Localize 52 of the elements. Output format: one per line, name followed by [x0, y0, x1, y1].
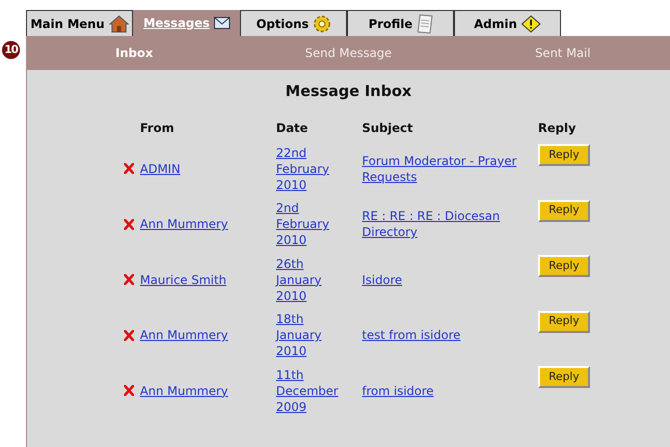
reply-button[interactable]: Reply	[538, 255, 590, 277]
subject-link[interactable]: from isidore	[362, 382, 538, 399]
column-header: From	[140, 120, 176, 137]
date-link[interactable]: 2009	[276, 398, 307, 415]
page-title: Message Inbox	[284, 81, 413, 100]
sender-link[interactable]: Ann Mummery	[140, 327, 228, 344]
delete-icon[interactable]	[124, 218, 134, 230]
date-link[interactable]: 26th	[276, 256, 304, 272]
reply-button[interactable]: Reply	[538, 144, 590, 166]
date-link[interactable]: January	[276, 272, 322, 288]
date-link[interactable]: December	[276, 382, 338, 399]
nav-tab[interactable]: Messages	[133, 10, 240, 36]
date-link[interactable]: February	[276, 160, 330, 177]
delete-icon[interactable]	[124, 163, 134, 174]
column-header: Subject	[362, 120, 414, 137]
callout-badge: 10	[2, 41, 20, 59]
reply-button[interactable]: Reply	[538, 200, 590, 222]
subject-link[interactable]: Forum Moderator - Prayer Requests	[362, 152, 538, 185]
delete-icon[interactable]	[124, 274, 134, 286]
date-link[interactable]: 11th	[276, 366, 304, 383]
date-link[interactable]: 2010	[276, 288, 307, 304]
sender-link[interactable]: Maurice Smith	[140, 272, 226, 288]
date-link[interactable]: February	[276, 216, 330, 232]
reply-button[interactable]: Reply	[538, 366, 590, 388]
delete-icon[interactable]	[124, 330, 134, 341]
subject-link[interactable]: Isidore	[362, 272, 538, 288]
reply-button[interactable]: Reply	[538, 310, 590, 332]
date-link[interactable]: 2010	[276, 232, 307, 248]
nav-tab[interactable]: Options	[240, 10, 347, 36]
envelope-icon	[214, 17, 230, 29]
date-link[interactable]: 18th	[276, 311, 304, 328]
subject-link[interactable]: RE : RE : RE : Diocesan Directory	[362, 208, 538, 240]
column-header: Reply	[538, 120, 577, 137]
sender-link[interactable]: Ann Mummery	[140, 382, 228, 399]
sender-link[interactable]: ADMIN	[140, 160, 180, 177]
date-link[interactable]: 2nd	[276, 200, 299, 216]
date-link[interactable]: 2010	[276, 343, 307, 360]
date-link[interactable]: 2010	[276, 176, 307, 193]
date-link[interactable]: January	[276, 327, 322, 344]
gear-icon	[312, 14, 331, 32]
subject-link[interactable]: test from isidore	[362, 327, 538, 344]
sub-nav-link[interactable]: Inbox	[27, 44, 242, 62]
warning-icon	[521, 14, 542, 32]
delete-icon[interactable]	[124, 385, 134, 396]
house-icon	[108, 14, 129, 32]
nav-tab[interactable]: Profile	[347, 10, 454, 36]
nav-tab[interactable]: Admin	[454, 10, 561, 36]
date-link[interactable]: 22nd	[276, 144, 306, 161]
nav-tab[interactable]: Main Menu	[26, 10, 133, 36]
column-header: Date	[276, 120, 309, 137]
sender-link[interactable]: Ann Mummery	[140, 216, 228, 232]
document-icon	[416, 14, 433, 34]
